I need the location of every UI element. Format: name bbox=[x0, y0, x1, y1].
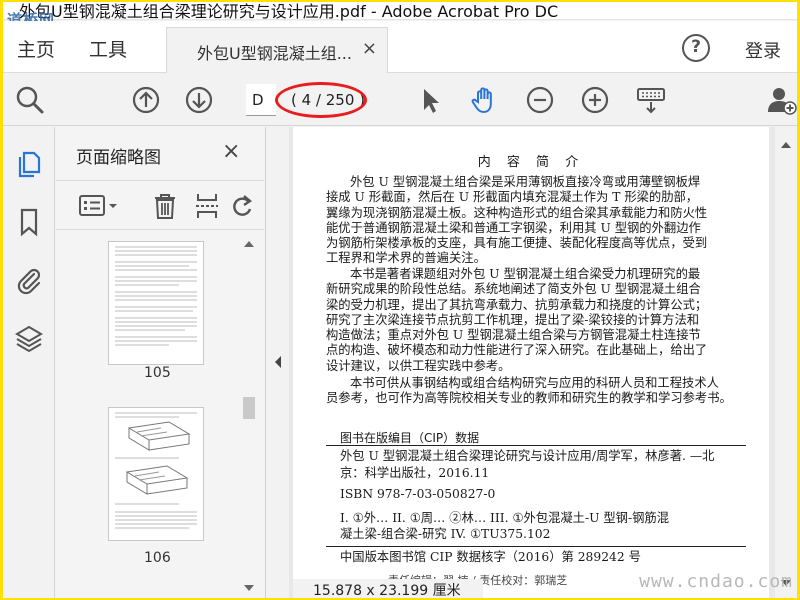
insert-page-icon[interactable] bbox=[194, 192, 220, 220]
document-tab-label: 外包U型钢混凝土组... bbox=[197, 44, 352, 63]
panel-close-icon[interactable]: × bbox=[222, 139, 240, 164]
page-down-icon[interactable] bbox=[184, 85, 214, 115]
thumbnail-label-106: 106 bbox=[144, 550, 171, 566]
thumbnail-options-icon[interactable] bbox=[78, 193, 120, 219]
cip-line: ISBN 978-7-03-050827-0 bbox=[340, 487, 496, 501]
thumbnail-label-105: 105 bbox=[144, 365, 171, 381]
text-line: 工程界和学术界的普遍关注。 bbox=[326, 251, 486, 266]
rotate-page-icon[interactable] bbox=[232, 193, 254, 219]
highlight-annotation-ellipse bbox=[275, 82, 367, 118]
text-line: 接成 U 形截面，然后在 U 形截面内填充混凝土作为 T 形梁的肋部， bbox=[326, 190, 699, 205]
cip-line: 京：科学出版社，2016.11 bbox=[340, 466, 490, 480]
page-thumbnail-105[interactable] bbox=[108, 241, 204, 365]
zoom-in-icon[interactable] bbox=[580, 85, 610, 115]
add-user-icon[interactable] bbox=[767, 85, 797, 115]
select-cursor-icon[interactable] bbox=[415, 85, 445, 115]
cip-number-line: 中国版本图书馆 CIP 数据核字（2016）第 289242 号 bbox=[340, 550, 641, 564]
text-line: 研究了主次梁连接节点抗剪工作机理，提出了梁-梁铰接的计算方法和 bbox=[326, 312, 700, 327]
summary-paragraph-2: 本书是著者课题组对外包 U 型钢混凝土组合梁受力机理研究的最 新研究成果的阶段性… bbox=[326, 267, 746, 374]
document-scrollbar[interactable] bbox=[775, 127, 797, 598]
text-line: 为钢筋桁架楼承板的支座，具有施工便捷、装配化程度高等优点，受到 bbox=[326, 236, 708, 251]
search-zoom-icon[interactable] bbox=[15, 85, 45, 115]
cip-line: I. ①外… II. ①周… ②林… III. ①外包混凝土-U 型钢-钢筋混 bbox=[340, 511, 670, 525]
page-up-icon[interactable] bbox=[131, 85, 161, 115]
help-icon[interactable]: ? bbox=[682, 34, 710, 62]
text-line: 外包 U 型钢混凝土组合梁是采用薄钢板直接冷弯或用薄壁钢板焊 bbox=[350, 175, 701, 189]
attachments-icon[interactable] bbox=[14, 265, 44, 295]
tools-tab[interactable]: 工具 bbox=[89, 35, 127, 62]
thumbnail-figure-preview bbox=[115, 412, 197, 529]
site-watermark-url: www.cndao.com bbox=[639, 571, 793, 592]
collapse-panel-icon[interactable] bbox=[273, 355, 283, 369]
panel-toolbar bbox=[56, 180, 264, 230]
text-line: 设计建议，以供工程实践中参考。 bbox=[326, 358, 511, 373]
close-tab-icon[interactable]: × bbox=[362, 38, 377, 59]
pdf-page: 内 容 简 介 外包 U 型钢混凝土组合梁是采用薄钢板直接冷弯或用薄壁钢板焊 接… bbox=[293, 127, 769, 598]
text-line: 新研究成果的阶段性总结。系统地阐述了简支外包 U 型钢混凝土组合 bbox=[326, 282, 701, 297]
page-thumbnail-106[interactable] bbox=[108, 407, 204, 541]
toolbar: D ( 4 / 250 ) bbox=[3, 74, 797, 126]
thumbnail-scrollbar[interactable] bbox=[240, 237, 258, 597]
delete-page-icon[interactable] bbox=[152, 192, 178, 220]
title-bar: 外包U型钢混凝土组合梁理论研究与设计应用.pdf - Adobe Acrobat… bbox=[3, 2, 797, 21]
text-line: 点的构造、破坏模态和动力性能进行了深入研究。在此基础上，给出了 bbox=[326, 343, 708, 358]
text-line: 本书是著者课题组对外包 U 型钢混凝土组合梁受力机理研究的最 bbox=[350, 267, 701, 281]
text-line: 本书可供从事钢结构或组合结构研究与应用的科研人员和工程技术人 bbox=[350, 376, 719, 390]
document-tab[interactable]: 外包U型钢混凝土组... × bbox=[166, 27, 388, 73]
thumbnail-text-preview bbox=[115, 246, 197, 346]
navigation-rail bbox=[3, 127, 55, 598]
cip-line: 凝土梁-组合梁-研究 IV. ①TU375.102 bbox=[340, 527, 551, 541]
hand-tool-icon[interactable] bbox=[470, 85, 500, 115]
cip-divider bbox=[326, 546, 746, 547]
text-line: 能优于普通钢筋混凝土梁和普通工字钢梁，利用其 U 型钢的外翻边作 bbox=[326, 220, 701, 235]
page-thumbnails-icon[interactable] bbox=[14, 149, 44, 179]
cip-divider bbox=[326, 445, 746, 446]
bookmarks-icon[interactable] bbox=[14, 207, 44, 237]
panel-title: 页面缩略图 bbox=[76, 148, 161, 168]
layers-icon[interactable] bbox=[14, 323, 44, 353]
panel-collapse-strip bbox=[267, 127, 289, 598]
cip-line: 外包 U 型钢混凝土组合梁理论研究与设计应用/周学军，林彦著. —北 bbox=[340, 449, 715, 463]
keyboard-scroll-icon[interactable] bbox=[636, 85, 666, 115]
menu-bar: 主页 工具 外包U型钢混凝土组... × ? 登录 bbox=[3, 21, 797, 73]
login-button[interactable]: 登录 bbox=[745, 37, 781, 63]
text-line: 梁的受力机理，提出了其抗弯承载力、抗剪承载力和挠度的计算公式； bbox=[326, 297, 708, 312]
scroll-up-arrow-icon[interactable] bbox=[780, 141, 792, 149]
home-tab[interactable]: 主页 bbox=[17, 35, 55, 62]
text-line: 翼缘为现浇钢筋混凝土板。这种构造形式的组合梁其承载能力和防火性 bbox=[326, 205, 708, 220]
page-heading: 内 容 简 介 bbox=[477, 155, 585, 170]
zoom-out-icon[interactable] bbox=[525, 85, 555, 115]
acrobat-window: 外包U型钢混凝土组合梁理论研究与设计应用.pdf - Adobe Acrobat… bbox=[3, 2, 797, 598]
summary-paragraph-3: 本书可供从事钢结构或组合结构研究与应用的科研人员和工程技术人 员参考，也可作为高… bbox=[326, 376, 746, 407]
page-number-input[interactable]: D bbox=[246, 84, 276, 116]
window-title: 外包U型钢混凝土组合梁理论研究与设计应用.pdf - Adobe Acrobat… bbox=[19, 2, 559, 21]
cip-heading: 图书在版编目（CIP）数据 bbox=[340, 431, 480, 445]
text-line: 员参考，也可作为高等院校相关专业的教师和研究生的教学和学习参考书。 bbox=[326, 391, 732, 406]
summary-paragraph-1: 外包 U 型钢混凝土组合梁是采用薄钢板直接冷弯或用薄壁钢板焊 接成 U 形截面，… bbox=[326, 175, 746, 267]
document-view[interactable]: 内 容 简 介 外包 U 型钢混凝土组合梁是采用薄钢板直接冷弯或用薄壁钢板焊 接… bbox=[289, 127, 797, 598]
page-dimensions-tooltip: 15.878 x 23.199 厘米 bbox=[293, 579, 483, 598]
text-line: 构造做法；重点对外包 U 型钢混凝土组合梁与方钢管混凝土柱连接节 bbox=[326, 328, 701, 343]
page-thumbnails-panel: 页面缩略图 × 105 106 bbox=[56, 127, 266, 598]
